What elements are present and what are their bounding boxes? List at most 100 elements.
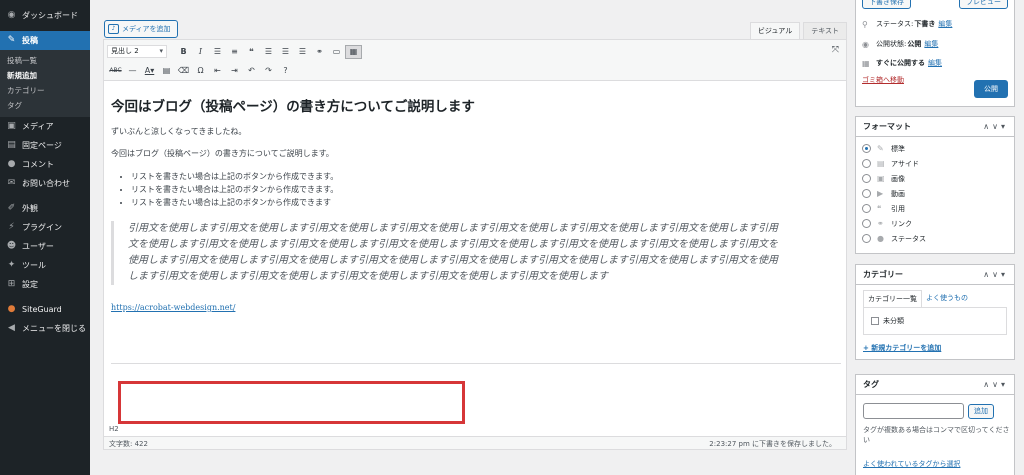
edit-schedule-link[interactable]: 編集 [928, 58, 942, 68]
pin-icon: ✎ [877, 144, 884, 153]
fullscreen-icon[interactable]: ⤧ [832, 45, 839, 55]
format-option-status[interactable]: ● ステータス [856, 231, 1014, 246]
collapse-arrows-icon[interactable]: ∧∨▾ [983, 375, 1008, 394]
numbered-list-icon[interactable]: ≡ [226, 45, 243, 59]
special-char-icon[interactable]: Ω [192, 64, 209, 78]
edit-visibility-link[interactable]: 編集 [924, 39, 938, 49]
preview-button[interactable]: プレビュー [959, 0, 1008, 9]
pin-icon: ✎ [7, 35, 16, 45]
align-center-icon[interactable]: ☰ [277, 45, 294, 59]
format-option-aside[interactable]: ▤ アサイド [856, 156, 1014, 171]
submenu-categories[interactable]: カテゴリー [0, 83, 90, 98]
help-icon[interactable]: ? [277, 64, 294, 78]
radio[interactable] [862, 174, 871, 183]
add-tag-button[interactable]: 追加 [968, 404, 994, 419]
align-left-icon[interactable]: ☰ [260, 45, 277, 59]
horizontal-line-icon[interactable]: — [124, 64, 141, 78]
menu-tools[interactable]: ✦ ツール [0, 256, 90, 275]
menu-contact[interactable]: ✉ お問い合わせ [0, 174, 90, 193]
menu-appearance[interactable]: ✐ 外観 [0, 199, 90, 218]
radio[interactable] [862, 189, 871, 198]
text-color-icon[interactable]: A▾ [141, 64, 158, 78]
quote-line: 文を使用します引用文を使用します引用文を使用します引用文を使用します引用文を使用… [128, 239, 778, 250]
publish-button[interactable]: 公開 [974, 80, 1008, 98]
italic-icon[interactable]: I [192, 45, 209, 59]
menu-dashboard[interactable]: ◉ ダッシュボード [0, 6, 90, 25]
collapse-arrows-icon[interactable]: ∧∨▾ [983, 117, 1008, 136]
submenu-add-new[interactable]: 新規追加 [0, 68, 90, 83]
toolbar-row-1: 見出し 2 B I ☰ ≡ ❝ ☰ ☰ ☰ ⚭ ▭ ▦ [107, 44, 362, 59]
outdent-icon[interactable]: ⇤ [209, 64, 226, 78]
status-row: ⚲ ステータス: 下書き 編集 [862, 19, 952, 29]
collapse-arrows-icon[interactable]: ∧∨▾ [983, 265, 1008, 284]
editor-content[interactable]: 今回はブログ（投稿ページ）の書き方についてご説明します ずいぶんと涼しくなってき… [111, 95, 841, 364]
menu-media[interactable]: ▣ メディア [0, 117, 90, 136]
tab-text[interactable]: テキスト [803, 22, 847, 39]
menu-posts[interactable]: ✎ 投稿 [0, 31, 90, 50]
read-more-icon[interactable]: ▭ [328, 45, 345, 59]
element-path: H2 [109, 425, 119, 433]
editor-toolbar: 見出し 2 B I ☰ ≡ ❝ ☰ ☰ ☰ ⚭ ▭ ▦ ABC — A▾ ▤ ⌫… [104, 40, 846, 81]
editor-statusbar: 文字数: 422 2:23:27 pm に下書きを保存しました。 [104, 436, 846, 449]
radio[interactable] [862, 159, 871, 168]
content-link[interactable]: https://acrobat-webdesign.net/ [111, 303, 235, 312]
redo-icon[interactable]: ↷ [260, 64, 277, 78]
post-editor: ♪メディアを追加 ビジュアル テキスト 見出し 2 B I ☰ ≡ ❝ ☰ ☰ … [103, 0, 847, 475]
menu-pages[interactable]: ▤ 固定ページ [0, 136, 90, 155]
posts-submenu: 投稿一覧 新規追加 カテゴリー タグ [0, 50, 90, 117]
strikethrough-icon[interactable]: ABC [107, 64, 124, 78]
format-label: 動画 [891, 189, 905, 198]
radio[interactable] [862, 234, 871, 243]
content-blockquote: 引用文を使用します引用文を使用します引用文を使用します引用文を使用します引用文を… [111, 221, 839, 285]
format-header[interactable]: フォーマット ∧∨▾ [856, 117, 1014, 137]
category-header[interactable]: カテゴリー ∧∨▾ [856, 265, 1014, 285]
save-draft-button[interactable]: 下書き保存 [862, 0, 911, 9]
bold-icon[interactable]: B [175, 45, 192, 59]
tags-header[interactable]: タグ ∧∨▾ [856, 375, 1014, 395]
menu-settings[interactable]: ⊞ 設定 [0, 275, 90, 294]
bullet-list-icon[interactable]: ☰ [209, 45, 226, 59]
format-option-quote[interactable]: ❝ 引用 [856, 201, 1014, 216]
category-checkbox[interactable] [871, 317, 879, 325]
menu-siteguard-label: SiteGuard [22, 305, 62, 314]
radio[interactable] [862, 219, 871, 228]
format-option-standard[interactable]: ✎ 標準 [856, 141, 1014, 156]
clear-format-icon[interactable]: ⌫ [175, 64, 192, 78]
format-select[interactable]: 見出し 2 [107, 45, 167, 58]
submenu-tags[interactable]: タグ [0, 98, 90, 113]
indent-icon[interactable]: ⇥ [226, 64, 243, 78]
choose-tags-link[interactable]: よく使われているタグから選択 [863, 459, 960, 469]
menu-collapse[interactable]: ◀ メニューを閉じる [0, 319, 90, 338]
tab-all-categories[interactable]: カテゴリー一覧 [863, 290, 922, 307]
link-icon[interactable]: ⚭ [311, 45, 328, 59]
dashboard-icon: ◉ [7, 10, 16, 20]
toolbar-toggle-icon[interactable]: ▦ [345, 44, 362, 59]
tab-visual[interactable]: ビジュアル [749, 22, 801, 39]
radio-checked[interactable] [862, 144, 871, 153]
menu-settings-label: 設定 [22, 280, 38, 289]
tag-input[interactable] [863, 403, 964, 419]
add-category-link[interactable]: + 新規カテゴリーを追加 [863, 343, 1014, 353]
add-media-button[interactable]: ♪ メディアを追加 [104, 20, 178, 38]
radio[interactable] [862, 204, 871, 213]
menu-media-label: メディア [22, 122, 54, 131]
blockquote-icon[interactable]: ❝ [243, 45, 260, 59]
submenu-all-posts[interactable]: 投稿一覧 [0, 53, 90, 68]
edit-status-link[interactable]: 編集 [938, 19, 952, 29]
menu-comments-label: コメント [22, 160, 54, 169]
status-value: 下書き [914, 20, 936, 28]
move-to-trash-link[interactable]: ゴミ箱へ移動 [862, 75, 904, 85]
align-right-icon[interactable]: ☰ [294, 45, 311, 59]
undo-icon[interactable]: ↶ [243, 64, 260, 78]
menu-siteguard[interactable]: ● SiteGuard [0, 300, 90, 319]
menu-users[interactable]: ☻ ユーザー [0, 237, 90, 256]
paste-text-icon[interactable]: ▤ [158, 64, 175, 78]
menu-plugins[interactable]: ⚡ プラグイン [0, 218, 90, 237]
format-option-link[interactable]: ⚭ リンク [856, 216, 1014, 231]
tab-popular-categories[interactable]: よく使うもの [922, 290, 972, 307]
menu-posts-label: 投稿 [22, 36, 38, 45]
format-option-image[interactable]: ▣ 画像 [856, 171, 1014, 186]
menu-comments[interactable]: ● コメント [0, 155, 90, 174]
visibility-value: 公開 [907, 40, 922, 48]
format-option-video[interactable]: ▶ 動画 [856, 186, 1014, 201]
